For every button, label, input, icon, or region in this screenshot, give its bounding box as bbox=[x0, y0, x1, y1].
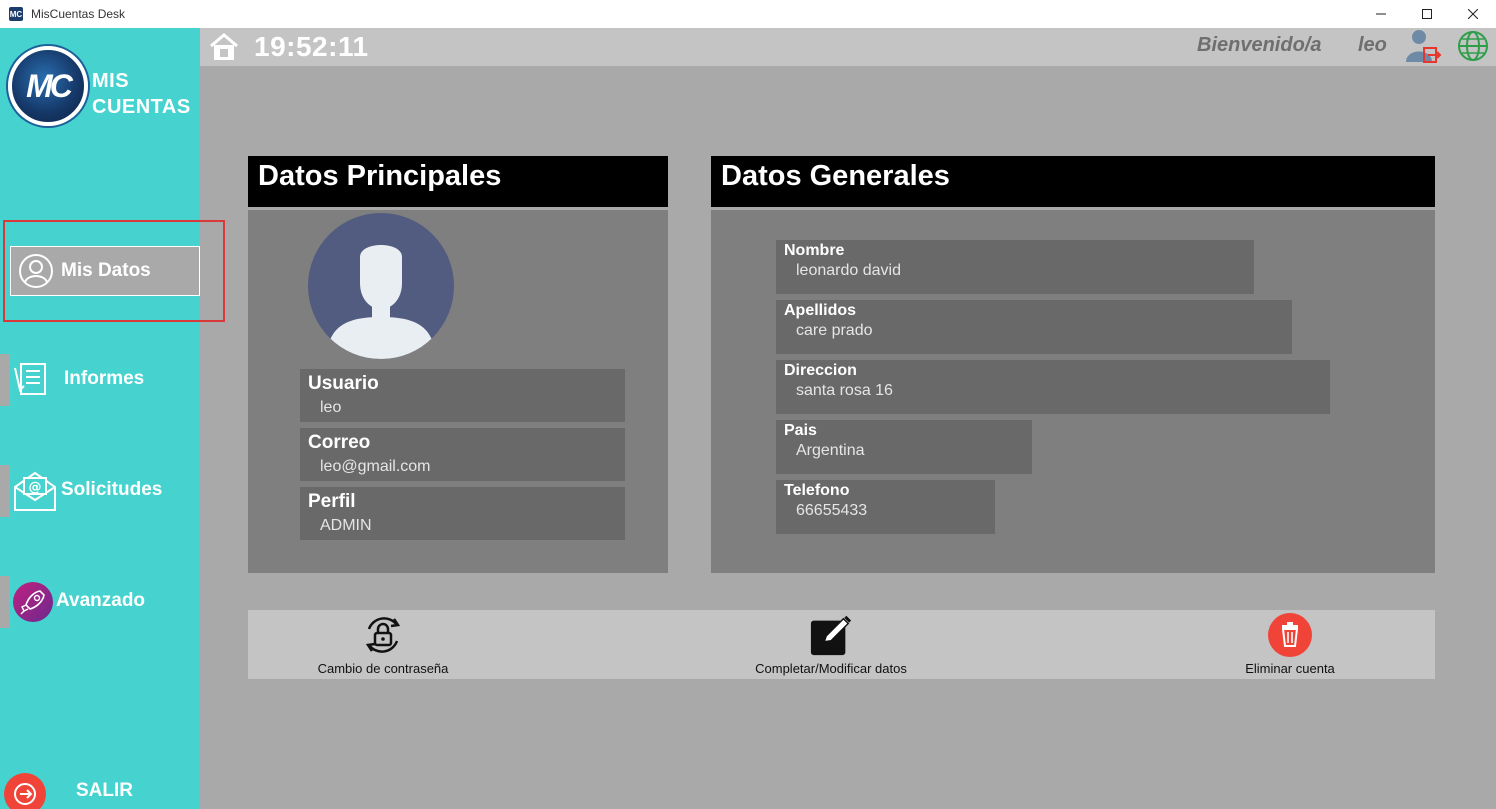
sidebar-item-mis-datos[interactable]: Mis Datos bbox=[10, 246, 200, 296]
mail-icon: @ bbox=[12, 469, 58, 513]
change-password-button[interactable]: Cambio de contraseña bbox=[306, 610, 460, 679]
field-value: leo bbox=[320, 399, 342, 416]
field-nombre: Nombre leonardo david bbox=[776, 240, 1254, 294]
sidebar-item-label: Solicitudes bbox=[61, 479, 163, 500]
logo-line-1: MIS bbox=[92, 70, 130, 92]
field-label: Telefono bbox=[784, 482, 850, 499]
action-label: Cambio de contraseña bbox=[317, 661, 449, 676]
clock: 19:52:11 bbox=[254, 31, 369, 62]
window-titlebar: MC MisCuentas Desk bbox=[0, 0, 1496, 28]
trash-icon bbox=[1268, 613, 1312, 657]
field-value: leonardo david bbox=[796, 262, 901, 279]
globe-icon[interactable] bbox=[1456, 29, 1490, 63]
edit-data-button[interactable]: Completar/Modificar datos bbox=[738, 610, 924, 679]
field-label: Direccion bbox=[784, 362, 857, 379]
edit-icon bbox=[809, 613, 853, 657]
avatar bbox=[308, 213, 454, 359]
home-icon[interactable] bbox=[208, 32, 240, 62]
welcome-text: Bienvenido/a bbox=[1197, 34, 1322, 56]
field-value: care prado bbox=[796, 322, 873, 339]
sidebar-item-avanzado[interactable]: Avanzado bbox=[0, 576, 200, 628]
general-panel-title: Datos Generales bbox=[711, 156, 1435, 207]
field-value: ADMIN bbox=[320, 517, 372, 534]
field-perfil: Perfil ADMIN bbox=[300, 487, 625, 540]
field-usuario: Usuario leo bbox=[300, 369, 625, 422]
app-icon: MC bbox=[9, 7, 23, 21]
field-correo: Correo leo@gmail.com bbox=[300, 428, 625, 481]
field-apellidos: Apellidos care prado bbox=[776, 300, 1292, 354]
report-icon bbox=[12, 360, 50, 398]
field-label: Pais bbox=[784, 422, 817, 439]
logout-user-icon[interactable] bbox=[1404, 28, 1442, 64]
lock-rotate-icon bbox=[361, 613, 405, 657]
delete-account-button[interactable]: Eliminar cuenta bbox=[1232, 610, 1348, 679]
sidebar: MC MIS CUENTAS Mis Datos Informes @ Soli… bbox=[0, 28, 225, 809]
logo-line-2: CUENTAS bbox=[92, 96, 191, 118]
field-value: santa rosa 16 bbox=[796, 382, 893, 399]
exit-label: SALIR bbox=[76, 780, 133, 801]
field-value: 66655433 bbox=[796, 502, 868, 519]
rocket-icon bbox=[12, 581, 54, 623]
sidebar-item-solicitudes[interactable]: @ Solicitudes bbox=[0, 465, 200, 517]
field-direccion: Direccion santa rosa 16 bbox=[776, 360, 1330, 414]
actions-bar: Cambio de contraseña Completar/Modificar… bbox=[248, 610, 1435, 679]
username: leo bbox=[1358, 34, 1387, 56]
app-logo: MC MIS CUENTAS bbox=[8, 46, 198, 126]
field-label: Perfil bbox=[308, 491, 356, 512]
principal-panel-title: Datos Principales bbox=[248, 156, 668, 207]
sidebar-item-label: Informes bbox=[64, 368, 145, 389]
maximize-icon[interactable] bbox=[1404, 0, 1450, 28]
action-label: Completar/Modificar datos bbox=[755, 661, 907, 676]
field-label: Correo bbox=[308, 432, 371, 453]
action-label: Eliminar cuenta bbox=[1245, 661, 1335, 676]
exit-button[interactable]: SALIR bbox=[0, 770, 200, 809]
window-title: MisCuentas Desk bbox=[31, 7, 126, 21]
field-telefono: Telefono 66655433 bbox=[776, 480, 995, 534]
top-header: 19:52:11 Bienvenido/a leo bbox=[200, 28, 1496, 66]
field-label: Usuario bbox=[308, 373, 379, 394]
field-label: Nombre bbox=[784, 242, 845, 259]
exit-icon bbox=[4, 773, 46, 809]
close-icon[interactable] bbox=[1450, 0, 1496, 28]
minimize-icon[interactable] bbox=[1358, 0, 1404, 28]
sidebar-item-informes[interactable]: Informes bbox=[0, 354, 200, 406]
sidebar-item-label: Mis Datos bbox=[61, 260, 151, 281]
logo-mark: MC bbox=[8, 46, 88, 126]
field-value: Argentina bbox=[796, 442, 865, 459]
field-value: leo@gmail.com bbox=[320, 458, 431, 475]
field-label: Apellidos bbox=[784, 302, 857, 319]
user-circle-icon bbox=[17, 252, 55, 290]
field-pais: Pais Argentina bbox=[776, 420, 1032, 474]
svg-text:@: @ bbox=[29, 480, 42, 495]
sidebar-item-label: Avanzado bbox=[56, 590, 146, 611]
